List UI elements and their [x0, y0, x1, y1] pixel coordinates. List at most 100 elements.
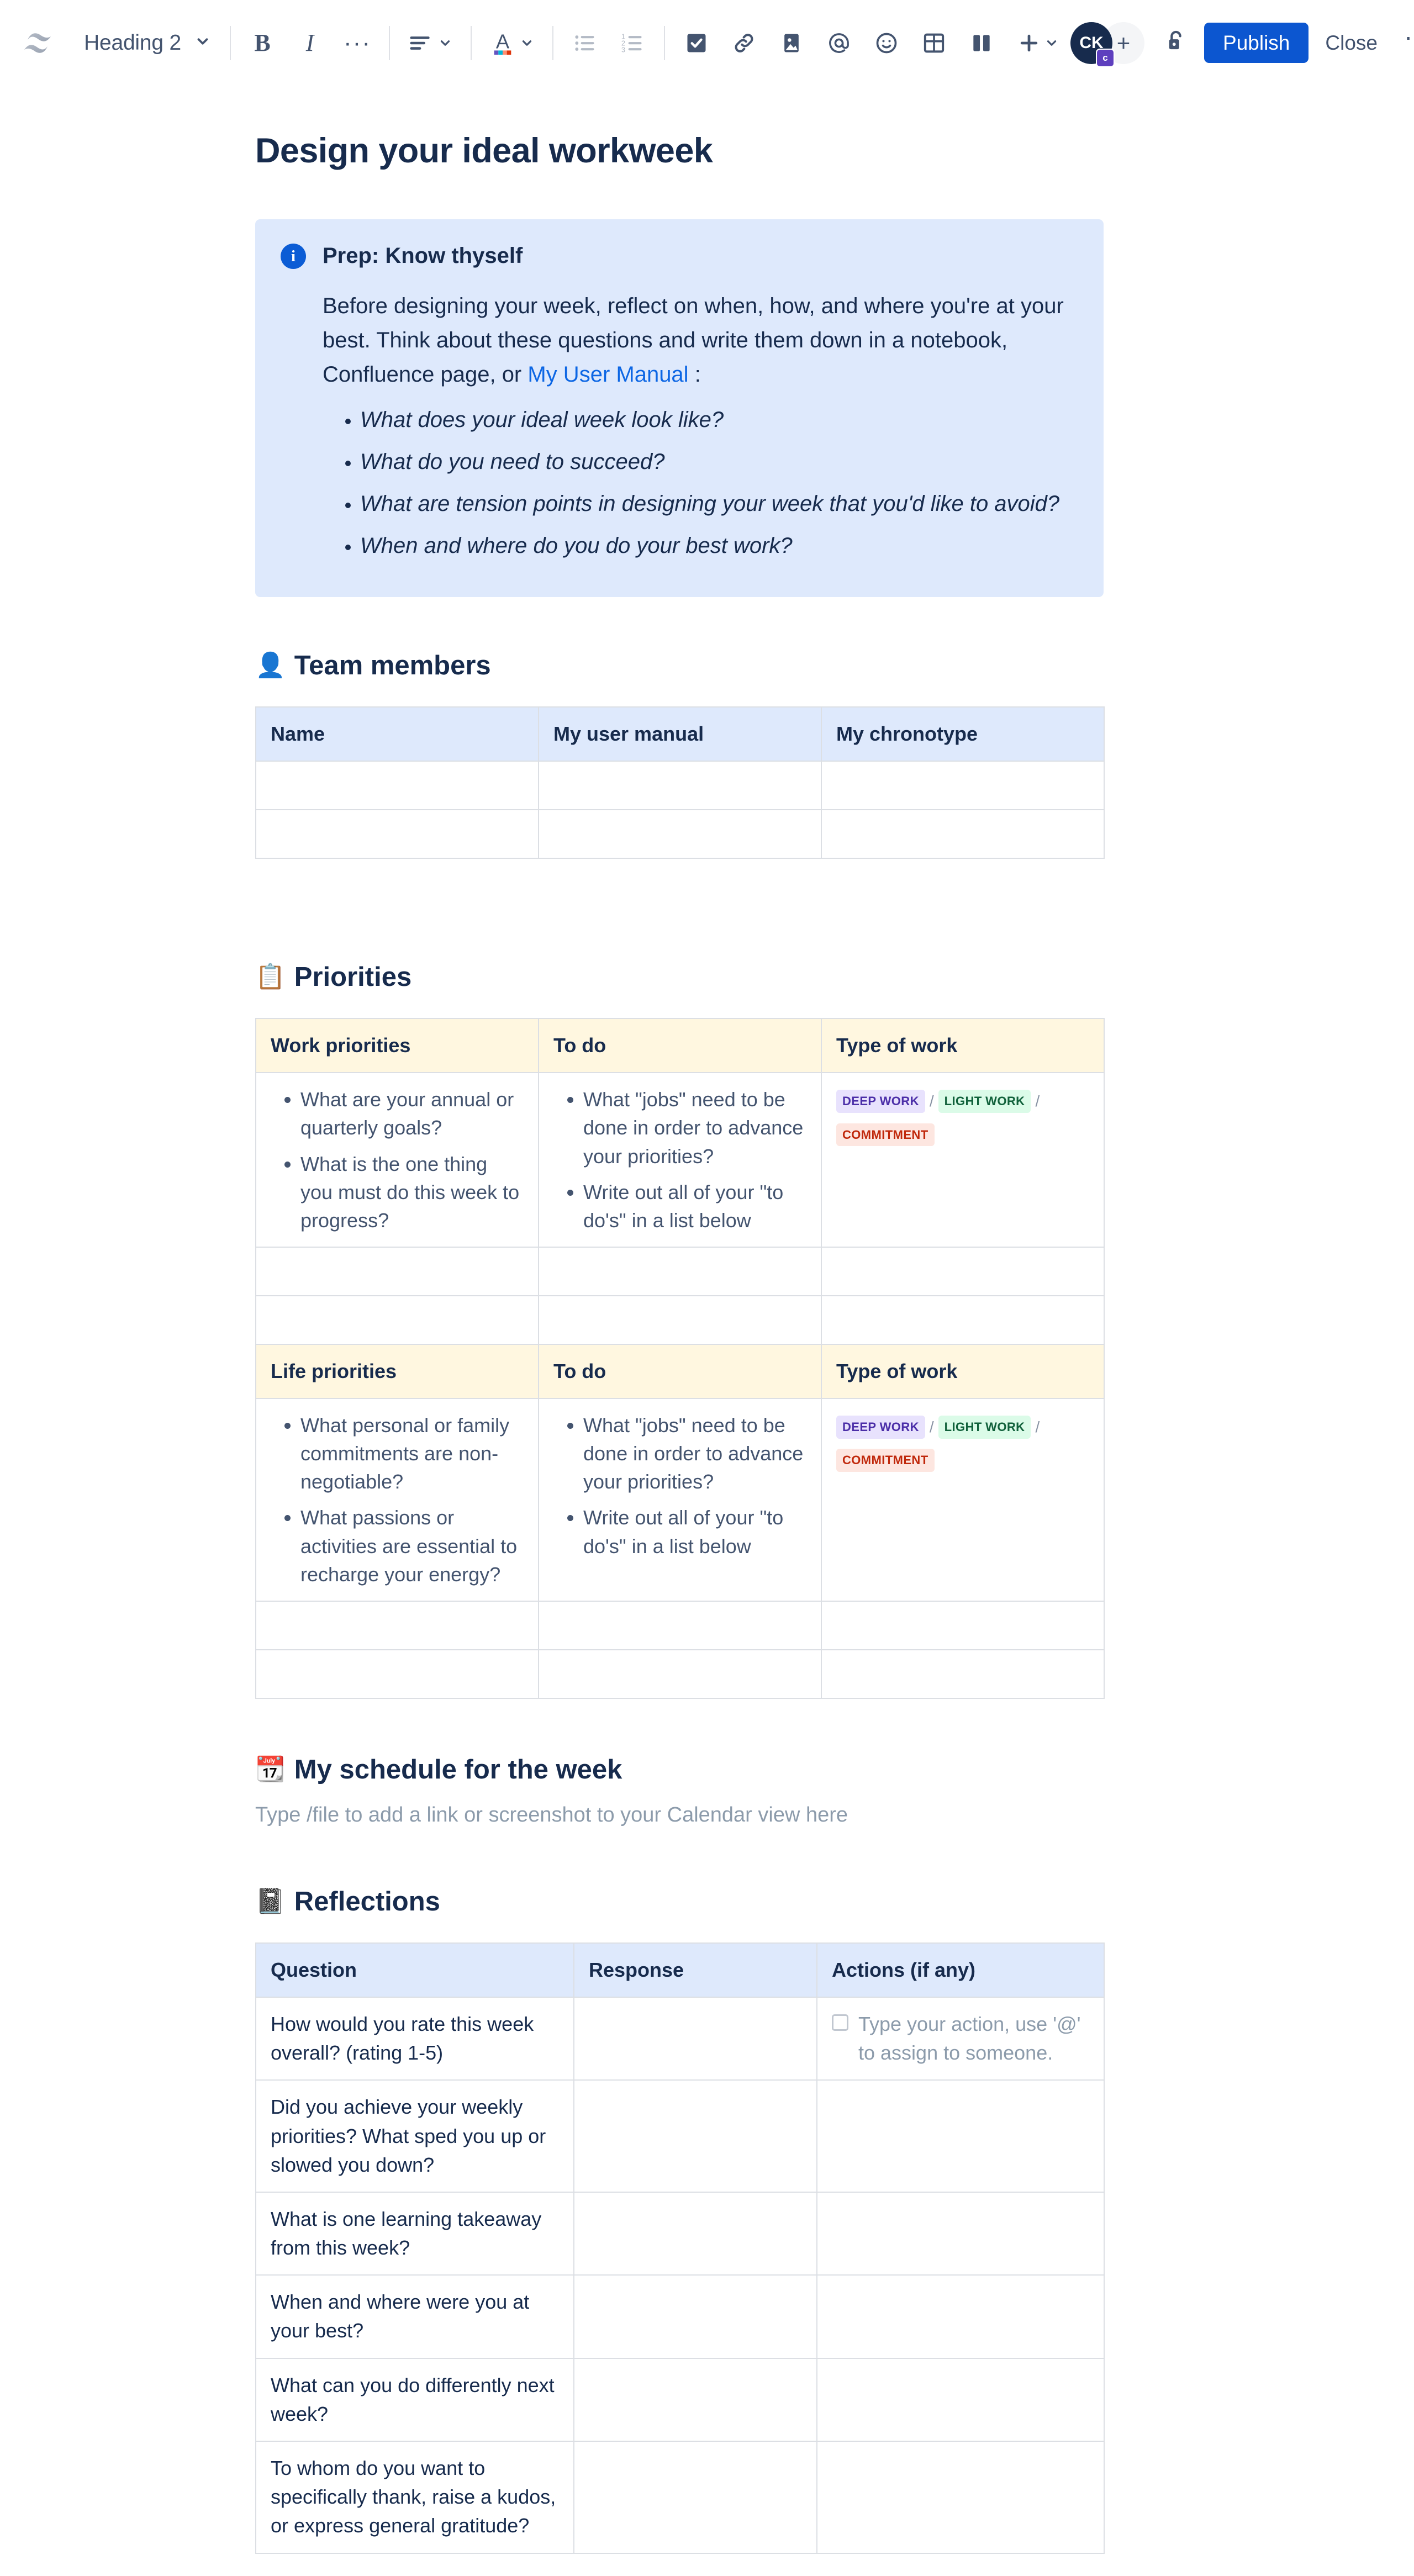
table-row[interactable]: What is one learning takeaway from this … — [255, 2191, 1105, 2276]
table-cell-actions[interactable] — [816, 2274, 1105, 2359]
info-panel-text: Before designing your week, reflect on w… — [323, 289, 1078, 392]
table-cell-response[interactable] — [573, 2357, 817, 2442]
table-row[interactable]: What can you do differently next week? — [255, 2357, 1105, 2442]
table-row[interactable]: How would you rate this week overall? (r… — [255, 1996, 1105, 2081]
table-cell-work-priorities[interactable]: What are your annual or quarterly goals?… — [255, 1072, 539, 1248]
layout-button[interactable] — [961, 22, 1003, 64]
table-cell-actions[interactable] — [816, 2191, 1105, 2276]
restrictions-button[interactable] — [1156, 23, 1196, 64]
document-body: Design your ideal workweek i Prep: Know … — [0, 131, 1414, 2576]
mention-button[interactable] — [818, 22, 860, 64]
table-row[interactable]: To whom do you want to specifically than… — [255, 2441, 1105, 2554]
table-cell[interactable] — [821, 809, 1105, 859]
table-cell[interactable] — [255, 1246, 539, 1296]
overflow-menu-button[interactable]: ··· — [1394, 24, 1414, 54]
table-cell-response[interactable] — [573, 2274, 817, 2359]
lozenge-separator: / — [929, 1418, 934, 1436]
column-header-question: Question — [255, 1942, 574, 1998]
table-header-row-life: Life priorities To do Type of work — [255, 1343, 1105, 1400]
table-cell[interactable] — [821, 1600, 1105, 1650]
insert-more-button[interactable] — [1008, 22, 1068, 64]
action-item-button[interactable] — [676, 22, 717, 64]
table-cell-response[interactable] — [573, 1996, 817, 2081]
close-button[interactable]: Close — [1309, 22, 1394, 65]
table-cell-todo[interactable]: What "jobs" need to be done in order to … — [538, 1398, 822, 1602]
table-cell[interactable] — [821, 1246, 1105, 1296]
confluence-logo-icon[interactable] — [17, 22, 59, 64]
schedule-placeholder[interactable]: Type /file to add a link or screenshot t… — [255, 1799, 1104, 1831]
table-cell-actions[interactable] — [816, 2079, 1105, 2193]
table-row[interactable]: What are your annual or quarterly goals?… — [255, 1072, 1105, 1248]
table-cell[interactable] — [255, 1649, 539, 1699]
priorities-table: Work priorities To do Type of work What … — [255, 1018, 1105, 1699]
text-color-button[interactable]: A — [482, 22, 542, 64]
unlocked-padlock-icon — [1163, 29, 1189, 57]
my-user-manual-link[interactable]: My User Manual — [527, 362, 688, 387]
table-row[interactable]: When and where were you at your best? — [255, 2274, 1105, 2359]
table-cell-response[interactable] — [573, 2191, 817, 2276]
section-title: Team members — [294, 651, 491, 680]
table-row[interactable] — [255, 1295, 1105, 1345]
table-cell[interactable] — [821, 761, 1105, 811]
table-cell[interactable] — [538, 1649, 822, 1699]
emoji-button[interactable] — [866, 22, 908, 64]
table-row[interactable] — [255, 1246, 1105, 1296]
table-cell[interactable] — [821, 1295, 1105, 1345]
table-cell[interactable] — [538, 809, 822, 859]
bullet-list-button[interactable] — [564, 22, 606, 64]
table-cell-question[interactable]: When and where were you at your best? — [255, 2274, 574, 2359]
info-panel-question-list: What does your ideal week look like? Wha… — [323, 405, 1078, 561]
lozenge-light-work: LIGHT WORK — [938, 1415, 1031, 1439]
table-cell-response[interactable] — [573, 2441, 817, 2554]
table-cell-type-of-work[interactable]: DEEP WORK / LIGHT WORK / COMMITMENT — [821, 1398, 1105, 1602]
table-cell[interactable] — [538, 761, 822, 811]
text-align-button[interactable] — [400, 22, 460, 64]
block-type-selector[interactable]: Heading 2 — [73, 22, 222, 64]
page-title[interactable]: Design your ideal workweek — [255, 131, 1104, 171]
table-row[interactable] — [255, 809, 1105, 859]
column-header-name: Name — [255, 706, 539, 762]
table-cell[interactable] — [538, 1295, 822, 1345]
table-cell[interactable] — [821, 1649, 1105, 1699]
info-icon: i — [281, 244, 306, 269]
table-row[interactable] — [255, 761, 1105, 811]
table-button[interactable] — [913, 22, 955, 64]
table-cell-life-priorities[interactable]: What personal or family commitments are … — [255, 1398, 539, 1602]
table-cell-actions[interactable]: Type your action, use '@' to assign to s… — [816, 1996, 1105, 2081]
table-row[interactable] — [255, 1649, 1105, 1699]
link-button[interactable] — [723, 22, 765, 64]
image-button[interactable] — [771, 22, 812, 64]
more-formatting-button[interactable]: ··· — [336, 22, 378, 64]
table-cell-question[interactable]: How would you rate this week overall? (r… — [255, 1996, 574, 2081]
table-cell-todo[interactable]: What "jobs" need to be done in order to … — [538, 1072, 822, 1248]
avatar[interactable]: CK c — [1070, 22, 1115, 67]
table-cell[interactable] — [538, 1600, 822, 1650]
numbered-list-button[interactable]: 1 2 3 — [611, 22, 653, 64]
list-item: What does your ideal week look like? — [360, 405, 1078, 435]
table-cell-response[interactable] — [573, 2079, 817, 2193]
italic-label: I — [305, 29, 314, 56]
action-item-placeholder[interactable]: Type your action, use '@' to assign to s… — [832, 2010, 1089, 2067]
table-cell-actions[interactable] — [816, 2357, 1105, 2442]
table-row[interactable] — [255, 1600, 1105, 1650]
section-heading-reflections: 📓 Reflections — [255, 1886, 1104, 1917]
table-row[interactable]: Did you achieve your weekly priorities? … — [255, 2079, 1105, 2193]
table-cell[interactable] — [255, 1600, 539, 1650]
checkbox-icon[interactable] — [832, 2014, 848, 2031]
table-cell[interactable] — [255, 761, 539, 811]
table-cell[interactable] — [255, 809, 539, 859]
table-cell-question[interactable]: Did you achieve your weekly priorities? … — [255, 2079, 574, 2193]
italic-button[interactable]: I — [289, 22, 331, 64]
table-cell-type-of-work[interactable]: DEEP WORK / LIGHT WORK / COMMITMENT — [821, 1072, 1105, 1248]
column-header-actions: Actions (if any) — [816, 1942, 1105, 1998]
bold-button[interactable]: B — [241, 22, 283, 64]
table-cell-question[interactable]: What is one learning takeaway from this … — [255, 2191, 574, 2276]
toolbar-divider — [664, 25, 666, 60]
table-cell[interactable] — [255, 1295, 539, 1345]
table-cell-question[interactable]: To whom do you want to specifically than… — [255, 2441, 574, 2554]
publish-button[interactable]: Publish — [1204, 23, 1309, 63]
table-cell-question[interactable]: What can you do differently next week? — [255, 2357, 574, 2442]
table-cell-actions[interactable] — [816, 2441, 1105, 2554]
table-row[interactable]: What personal or family commitments are … — [255, 1398, 1105, 1602]
table-cell[interactable] — [538, 1246, 822, 1296]
